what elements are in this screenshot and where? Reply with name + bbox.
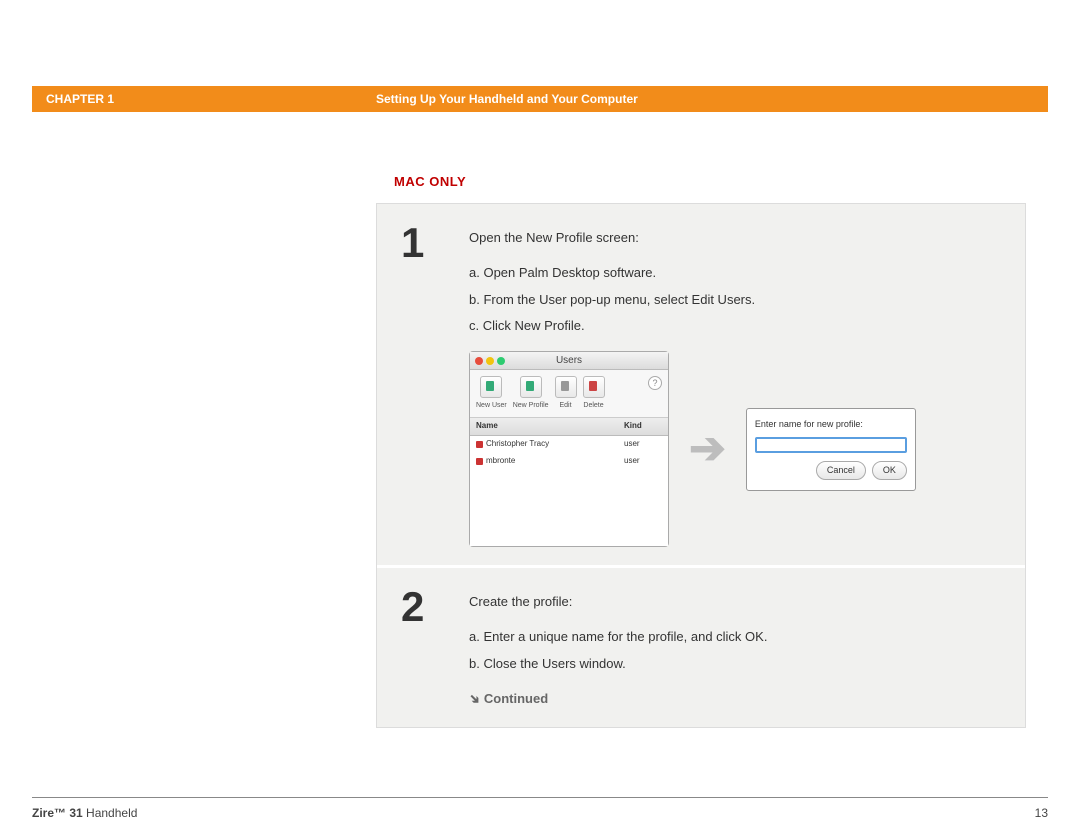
steps-panel: 1 Open the New Profile screen: a. Open P… [376, 203, 1026, 728]
table-row[interactable]: mbronte user [470, 453, 668, 470]
profile-name-input[interactable] [755, 437, 907, 453]
new-profile-button[interactable]: New Profile [513, 376, 549, 411]
product-name: Zire™ 31 Handheld [32, 806, 137, 820]
user-icon [476, 458, 483, 465]
help-icon[interactable]: ? [648, 376, 662, 390]
page-footer: Zire™ 31 Handheld 13 [32, 806, 1048, 820]
step-number: 2 [401, 586, 441, 709]
window-titlebar: Users [470, 352, 668, 370]
step-intro: Open the New Profile screen: [469, 228, 1005, 249]
step-sub: b. From the User pop-up menu, select Edi… [469, 290, 1005, 311]
step-1: 1 Open the New Profile screen: a. Open P… [377, 204, 1025, 565]
dialog-label: Enter name for new profile: [755, 417, 907, 431]
column-headers: Name Kind [470, 418, 668, 436]
page-number: 13 [1035, 806, 1048, 820]
user-icon [476, 441, 483, 448]
step-sub: a. Enter a unique name for the profile, … [469, 627, 1005, 648]
arrow-right-icon: ➔ [689, 414, 726, 484]
window-title: Users [470, 353, 668, 369]
platform-label: MAC ONLY [394, 174, 1048, 189]
footer-rule [32, 797, 1048, 798]
step-sub: b. Close the Users window. [469, 654, 1005, 675]
new-profile-dialog: Enter name for new profile: Cancel OK [746, 408, 916, 491]
continued-label: ➔Continued [469, 689, 1005, 710]
cancel-button[interactable]: Cancel [816, 461, 866, 479]
step-sub: a. Open Palm Desktop software. [469, 263, 1005, 284]
step-intro: Create the profile: [469, 592, 1005, 613]
new-user-button[interactable]: New User [476, 376, 507, 411]
profile-icon [520, 376, 542, 398]
step-number: 1 [401, 222, 441, 547]
delete-icon [583, 376, 605, 398]
user-icon [480, 376, 502, 398]
step-2: 2 Create the profile: a. Enter a unique … [377, 565, 1025, 727]
table-row[interactable]: Christopher Tracy user [470, 436, 668, 453]
chapter-title: Setting Up Your Handheld and Your Comput… [376, 92, 638, 106]
chapter-header: CHAPTER 1 Setting Up Your Handheld and Y… [32, 86, 1048, 112]
toolbar: New User New Profile Edit [470, 370, 668, 418]
continued-arrow-icon: ➔ [463, 688, 485, 710]
step-sub: c. Click New Profile. [469, 316, 1005, 337]
ok-button[interactable]: OK [872, 461, 907, 479]
edit-button[interactable]: Edit [555, 376, 577, 411]
edit-icon [555, 376, 577, 398]
users-window: Users New User New Profile [469, 351, 669, 547]
chapter-label: CHAPTER 1 [32, 92, 376, 106]
delete-button[interactable]: Delete [583, 376, 605, 411]
